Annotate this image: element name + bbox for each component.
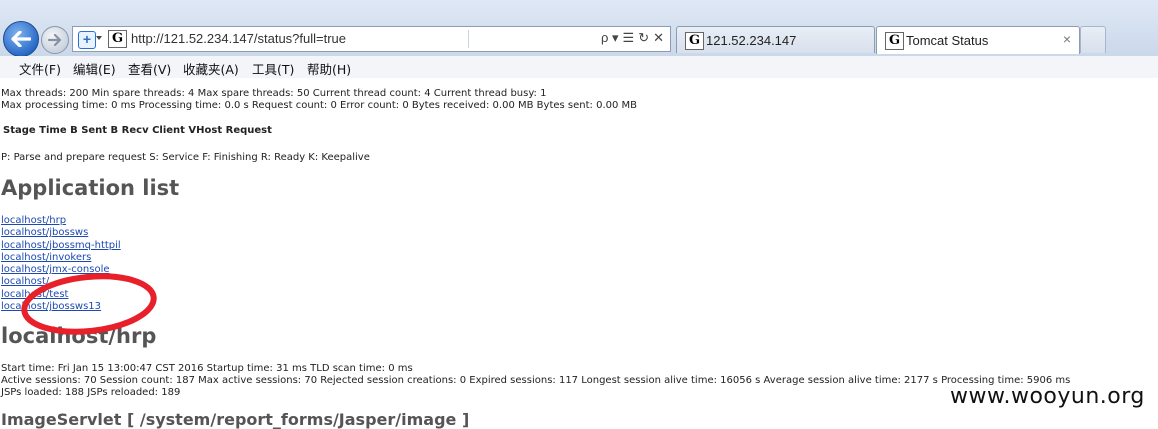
shield-icon[interactable]: + — [78, 31, 96, 49]
hrp-start-stats: Start time: Fri Jan 15 13:00:47 CST 2016… — [1, 363, 413, 374]
new-tab-button[interactable] — [1080, 26, 1106, 53]
menu-view[interactable]: 查看(V) — [128, 59, 171, 78]
app-link[interactable]: localhost/invokers — [1, 252, 121, 264]
page-content: Max threads: 200 Min spare threads: 4 Ma… — [0, 78, 1158, 429]
app-link[interactable]: localhost/jmx-console — [1, 264, 121, 276]
site-favicon-icon: G — [108, 30, 127, 48]
menu-file[interactable]: 文件(F) — [19, 59, 61, 78]
url-text[interactable]: http://121.52.234.147/status?full=true — [131, 31, 346, 46]
app-link[interactable]: localhost/ — [1, 276, 121, 288]
tab-tomcat-status[interactable]: G Tomcat Status × — [876, 26, 1080, 54]
back-button[interactable] — [3, 21, 39, 57]
worker-table-header: Stage Time B Sent B Recv Client VHost Re… — [3, 125, 272, 136]
refresh-icon[interactable]: ↻ — [638, 29, 649, 47]
browser-toolbar: + G http://121.52.234.147/status?full=tr… — [0, 0, 1158, 57]
servlet-heading: ImageServlet [ /system/report_forms/Jasp… — [1, 410, 470, 429]
menu-favorites[interactable]: 收藏夹(A) — [183, 59, 239, 78]
menu-tools[interactable]: 工具(T) — [252, 59, 294, 78]
app-link[interactable]: localhost/test — [1, 289, 121, 301]
close-tab-icon[interactable]: × — [1063, 31, 1071, 47]
app-link[interactable]: localhost/jbossws13 — [1, 301, 121, 313]
address-tools: ρ ▾ ☰ ↻ ✕ — [601, 29, 664, 47]
app-hrp-heading: localhost/hrp — [1, 324, 157, 348]
tab-label: Tomcat Status — [906, 33, 989, 48]
watermark: www.wooyun.org — [950, 384, 1145, 409]
processing-stats: Max processing time: 0 ms Processing tim… — [1, 100, 638, 111]
app-link[interactable]: localhost/hrp — [1, 215, 121, 227]
back-arrow-icon — [11, 31, 31, 47]
tab-favicon-icon: G — [885, 32, 904, 50]
forward-button[interactable] — [41, 26, 69, 54]
tab-label: 121.52.234.147 — [706, 33, 797, 48]
application-list: localhost/hrp localhost/jbossws localhos… — [1, 215, 121, 313]
address-divider — [468, 30, 469, 48]
menu-help[interactable]: 帮助(H) — [307, 59, 351, 78]
hrp-session-stats: Active sessions: 70 Session count: 187 M… — [1, 375, 1071, 386]
menu-edit[interactable]: 编辑(E) — [73, 59, 116, 78]
search-icon[interactable]: ρ ▾ — [601, 29, 619, 47]
chevron-down-icon[interactable] — [96, 36, 102, 40]
compatibility-view-icon[interactable]: ☰ — [623, 29, 635, 47]
application-list-heading: Application list — [1, 176, 180, 200]
stage-legend: P: Parse and prepare request S: Service … — [1, 152, 370, 163]
hrp-jsp-stats: JSPs loaded: 188 JSPs reloaded: 189 — [1, 387, 181, 398]
tab-ip-address[interactable]: G 121.52.234.147 — [676, 26, 875, 53]
address-bar[interactable]: + G http://121.52.234.147/status?full=tr… — [72, 26, 671, 52]
app-link[interactable]: localhost/jbossws — [1, 227, 121, 239]
stop-icon[interactable]: ✕ — [653, 29, 664, 47]
menu-bar: 文件(F) 编辑(E) 查看(V) 收藏夹(A) 工具(T) 帮助(H) — [0, 56, 1158, 79]
forward-arrow-icon — [48, 34, 62, 46]
tab-favicon-icon: G — [685, 32, 704, 50]
thread-stats: Max threads: 200 Min spare threads: 4 Ma… — [1, 88, 547, 99]
app-link[interactable]: localhost/jbossmq-httpil — [1, 240, 121, 252]
